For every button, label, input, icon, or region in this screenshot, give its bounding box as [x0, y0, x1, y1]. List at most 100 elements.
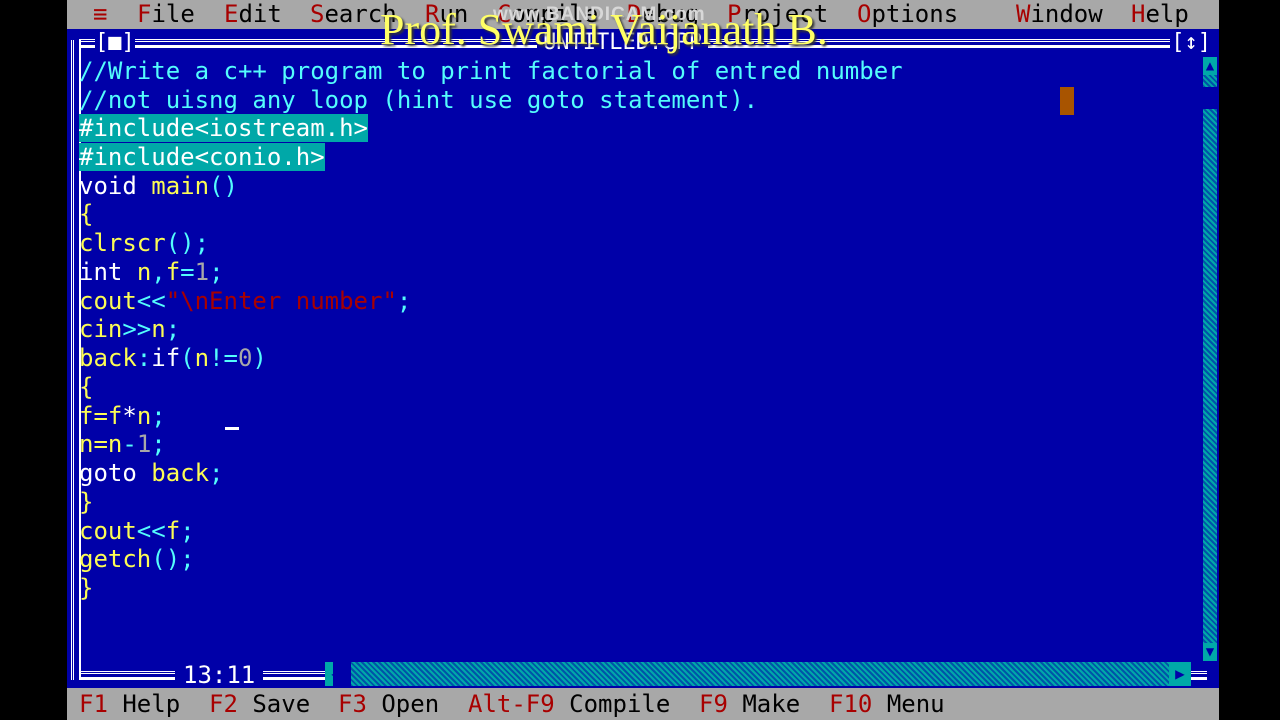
menu-help[interactable]: Help — [1131, 0, 1189, 29]
include-directive: #include<conio.h> — [79, 143, 325, 171]
code-line-16: } — [79, 488, 93, 516]
horizontal-scroll-thumb[interactable] — [333, 662, 351, 686]
system-menu-glyph: ≡ — [93, 0, 108, 28]
system-menu-icon[interactable]: ≡ — [93, 0, 107, 29]
identifier: getch — [79, 545, 152, 573]
status-key: F10 — [829, 690, 873, 718]
close-box-icon[interactable]: [■] — [95, 31, 135, 55]
menu-options-hotkey: O — [857, 0, 872, 28]
symbol: - — [122, 430, 137, 458]
symbol: { — [79, 373, 94, 401]
comment-line: //Write a c++ program to print factorial… — [79, 57, 903, 85]
code-line-7: clrscr(); — [79, 229, 209, 257]
status-label: Help — [122, 690, 181, 718]
symbol: ; — [396, 287, 412, 315]
keyword: void — [79, 172, 137, 200]
number: 0 — [237, 344, 253, 372]
identifier: f — [165, 517, 181, 545]
code-line-11: back:if(n!=0) — [79, 344, 267, 372]
identifier: cout — [79, 287, 137, 315]
presenter-caption: Prof. Swami Vaijanath B. — [380, 5, 828, 54]
status-save[interactable]: F2 Save — [209, 688, 310, 720]
status-help[interactable]: F1 Help — [79, 688, 180, 720]
window-bottom-bar: 13:11 ◀ ▶ — [67, 661, 1219, 688]
menu-edit[interactable]: Edit — [224, 0, 282, 29]
code-line-12: { — [79, 373, 93, 401]
menu-search-hotkey: S — [310, 0, 325, 28]
code-line-5: void main() — [79, 172, 238, 200]
scroll-down-arrow-icon[interactable]: ▼ — [1203, 643, 1217, 661]
status-bar: F1 Help F2 Save F3 Open Alt-F9 Compile F… — [67, 688, 1219, 720]
code-line-10: cin>>n; — [79, 315, 180, 343]
status-key: F3 — [338, 690, 367, 718]
menu-file-label: ile — [151, 0, 195, 28]
symbol: } — [79, 574, 94, 602]
code-line-13: f=f*n; — [79, 402, 166, 430]
symbol: >> — [122, 315, 152, 343]
symbol: << — [136, 287, 166, 315]
identifier: n — [136, 402, 152, 430]
horizontal-scrollbar[interactable]: ◀ ▶ — [325, 662, 1191, 686]
menu-edit-label: dit — [238, 0, 282, 28]
code-line-1: //Write a c++ program to print factorial… — [79, 57, 903, 85]
scroll-right-arrow-icon[interactable]: ▶ — [1169, 662, 1191, 686]
identifier: n — [194, 344, 210, 372]
symbol: : — [136, 344, 152, 372]
status-label: Compile — [569, 690, 671, 718]
menu-options[interactable]: Options — [857, 0, 958, 29]
code-line-2: //not uisng any loop (hint use goto stat… — [79, 86, 758, 114]
status-key: F1 — [79, 690, 108, 718]
symbol: { — [79, 200, 94, 228]
zoom-box-icon[interactable]: [↕] — [1171, 31, 1211, 55]
code-editor[interactable]: //Write a c++ program to print factorial… — [79, 57, 1189, 657]
menu-edit-hotkey: E — [224, 0, 239, 28]
menu-help-label: elp — [1145, 0, 1189, 28]
status-key: F9 — [699, 690, 728, 718]
code-line-9: cout<<"\nEnter number"; — [79, 287, 411, 315]
status-compile[interactable]: Alt-F9 Compile — [468, 688, 670, 720]
ide-screen: ≡ File Edit Search Run Compile Debug Pro… — [67, 0, 1219, 720]
string-literal: "\nEnter number" — [165, 287, 397, 315]
vertical-scroll-thumb[interactable] — [1203, 87, 1217, 109]
comment-line: //not uisng any loop (hint use goto stat… — [79, 86, 759, 114]
menu-options-label: ptions — [871, 0, 959, 28]
zoom-box-glyph: [↕] — [1171, 30, 1211, 55]
status-key: Alt-F9 — [468, 690, 555, 718]
menu-help-hotkey: H — [1131, 0, 1146, 28]
menu-window[interactable]: Window — [1016, 0, 1103, 29]
menu-window-label: indow — [1030, 0, 1103, 28]
symbol: (); — [165, 229, 210, 257]
keyword: goto — [79, 459, 137, 487]
symbol: * — [122, 402, 137, 430]
menu-window-hotkey: W — [1016, 0, 1031, 28]
symbol: } — [79, 488, 94, 516]
number: 1 — [194, 258, 210, 286]
symbol: ; — [209, 459, 224, 487]
identifier: f — [165, 258, 181, 286]
menu-file-hotkey: F — [137, 0, 152, 28]
status-label: Open — [381, 690, 440, 718]
status-open[interactable]: F3 Open — [338, 688, 439, 720]
block-marker — [1060, 87, 1074, 115]
symbol: ; — [180, 517, 195, 545]
code-line-8: int n,f=1; — [79, 258, 224, 286]
label: back — [79, 344, 137, 372]
status-make[interactable]: F9 Make — [699, 688, 800, 720]
code-line-3: #include<iostream.h> — [79, 114, 368, 142]
identifier: main — [151, 172, 210, 200]
menu-file[interactable]: File — [137, 0, 195, 29]
scroll-up-arrow-icon[interactable]: ▲ — [1203, 57, 1217, 75]
symbol: ; — [151, 402, 166, 430]
include-directive: #include<iostream.h> — [79, 114, 368, 142]
symbol: , — [151, 258, 166, 286]
status-menu[interactable]: F10 Menu — [829, 688, 945, 720]
symbol: ; — [151, 430, 166, 458]
identifier: cin — [79, 315, 123, 343]
code-line-14: n=n-1; — [79, 430, 166, 458]
symbol: ( — [180, 344, 195, 372]
symbol: << — [136, 517, 166, 545]
close-box-glyph: [■] — [95, 30, 135, 55]
cursor-position: 13:11 — [175, 662, 264, 688]
code-line-19: } — [79, 574, 93, 602]
vertical-scrollbar[interactable]: ▲ ▼ — [1203, 57, 1217, 661]
